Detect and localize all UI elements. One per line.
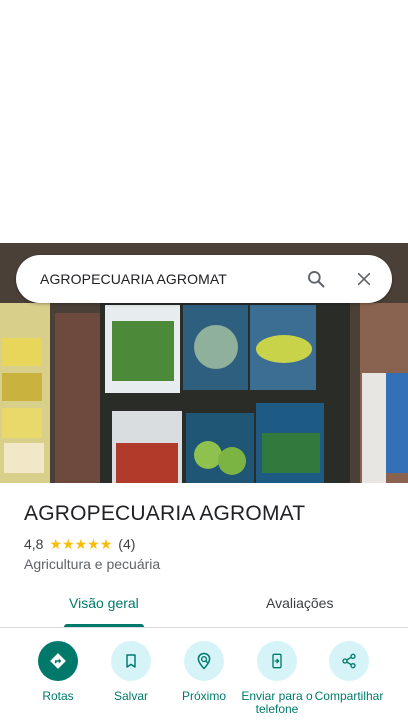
star-icon: ★ [62, 536, 75, 552]
review-count[interactable]: (4) [118, 536, 135, 552]
rating-row[interactable]: 4,8 ★ ★ ★ ★ ★ (4) [24, 536, 135, 552]
star-icon: ★ [74, 536, 88, 552]
action-bar: Rotas Salvar Próximo Enviar para o telef… [0, 641, 408, 726]
directions-icon [38, 641, 78, 681]
directions-label: Rotas [42, 689, 74, 703]
send-to-phone-label: Enviar para o telefone [241, 689, 313, 716]
send-to-phone-button[interactable]: Enviar para o telefone [239, 641, 315, 716]
send-to-phone-icon [257, 641, 297, 681]
star-icon: ★ [87, 536, 100, 552]
save-label: Salvar [113, 689, 148, 703]
rating-value: 4,8 [24, 536, 44, 552]
share-icon [329, 641, 369, 681]
close-icon[interactable] [340, 255, 388, 303]
place-category: Agricultura e pecuária [24, 556, 161, 572]
rating-stars: ★ ★ ★ ★ ★ [49, 537, 112, 551]
tab-selected-indicator [64, 624, 144, 627]
share-label: Compartilhar [314, 689, 384, 703]
search-icon[interactable] [292, 255, 340, 303]
share-button[interactable]: Compartilhar [311, 641, 387, 703]
bookmark-icon [111, 641, 151, 681]
tab-bar: Visão geral Avaliações [0, 585, 408, 628]
directions-button[interactable]: Rotas [20, 641, 96, 703]
nearby-label: Próximo [181, 689, 226, 703]
tab-overview[interactable]: Visão geral [69, 595, 139, 611]
save-button[interactable]: Salvar [93, 641, 169, 703]
tab-reviews[interactable]: Avaliações [266, 595, 333, 611]
star-icon: ★ [49, 536, 63, 552]
nearby-icon [184, 641, 224, 681]
nearby-button[interactable]: Próximo [166, 641, 242, 703]
search-input[interactable]: AGROPECUARIA AGROMAT [40, 271, 292, 287]
place-title: AGROPECUARIA AGROMAT [24, 502, 306, 525]
search-bar[interactable]: AGROPECUARIA AGROMAT [16, 255, 392, 303]
map-area[interactable] [0, 0, 408, 243]
star-icon: ★ [99, 536, 113, 552]
